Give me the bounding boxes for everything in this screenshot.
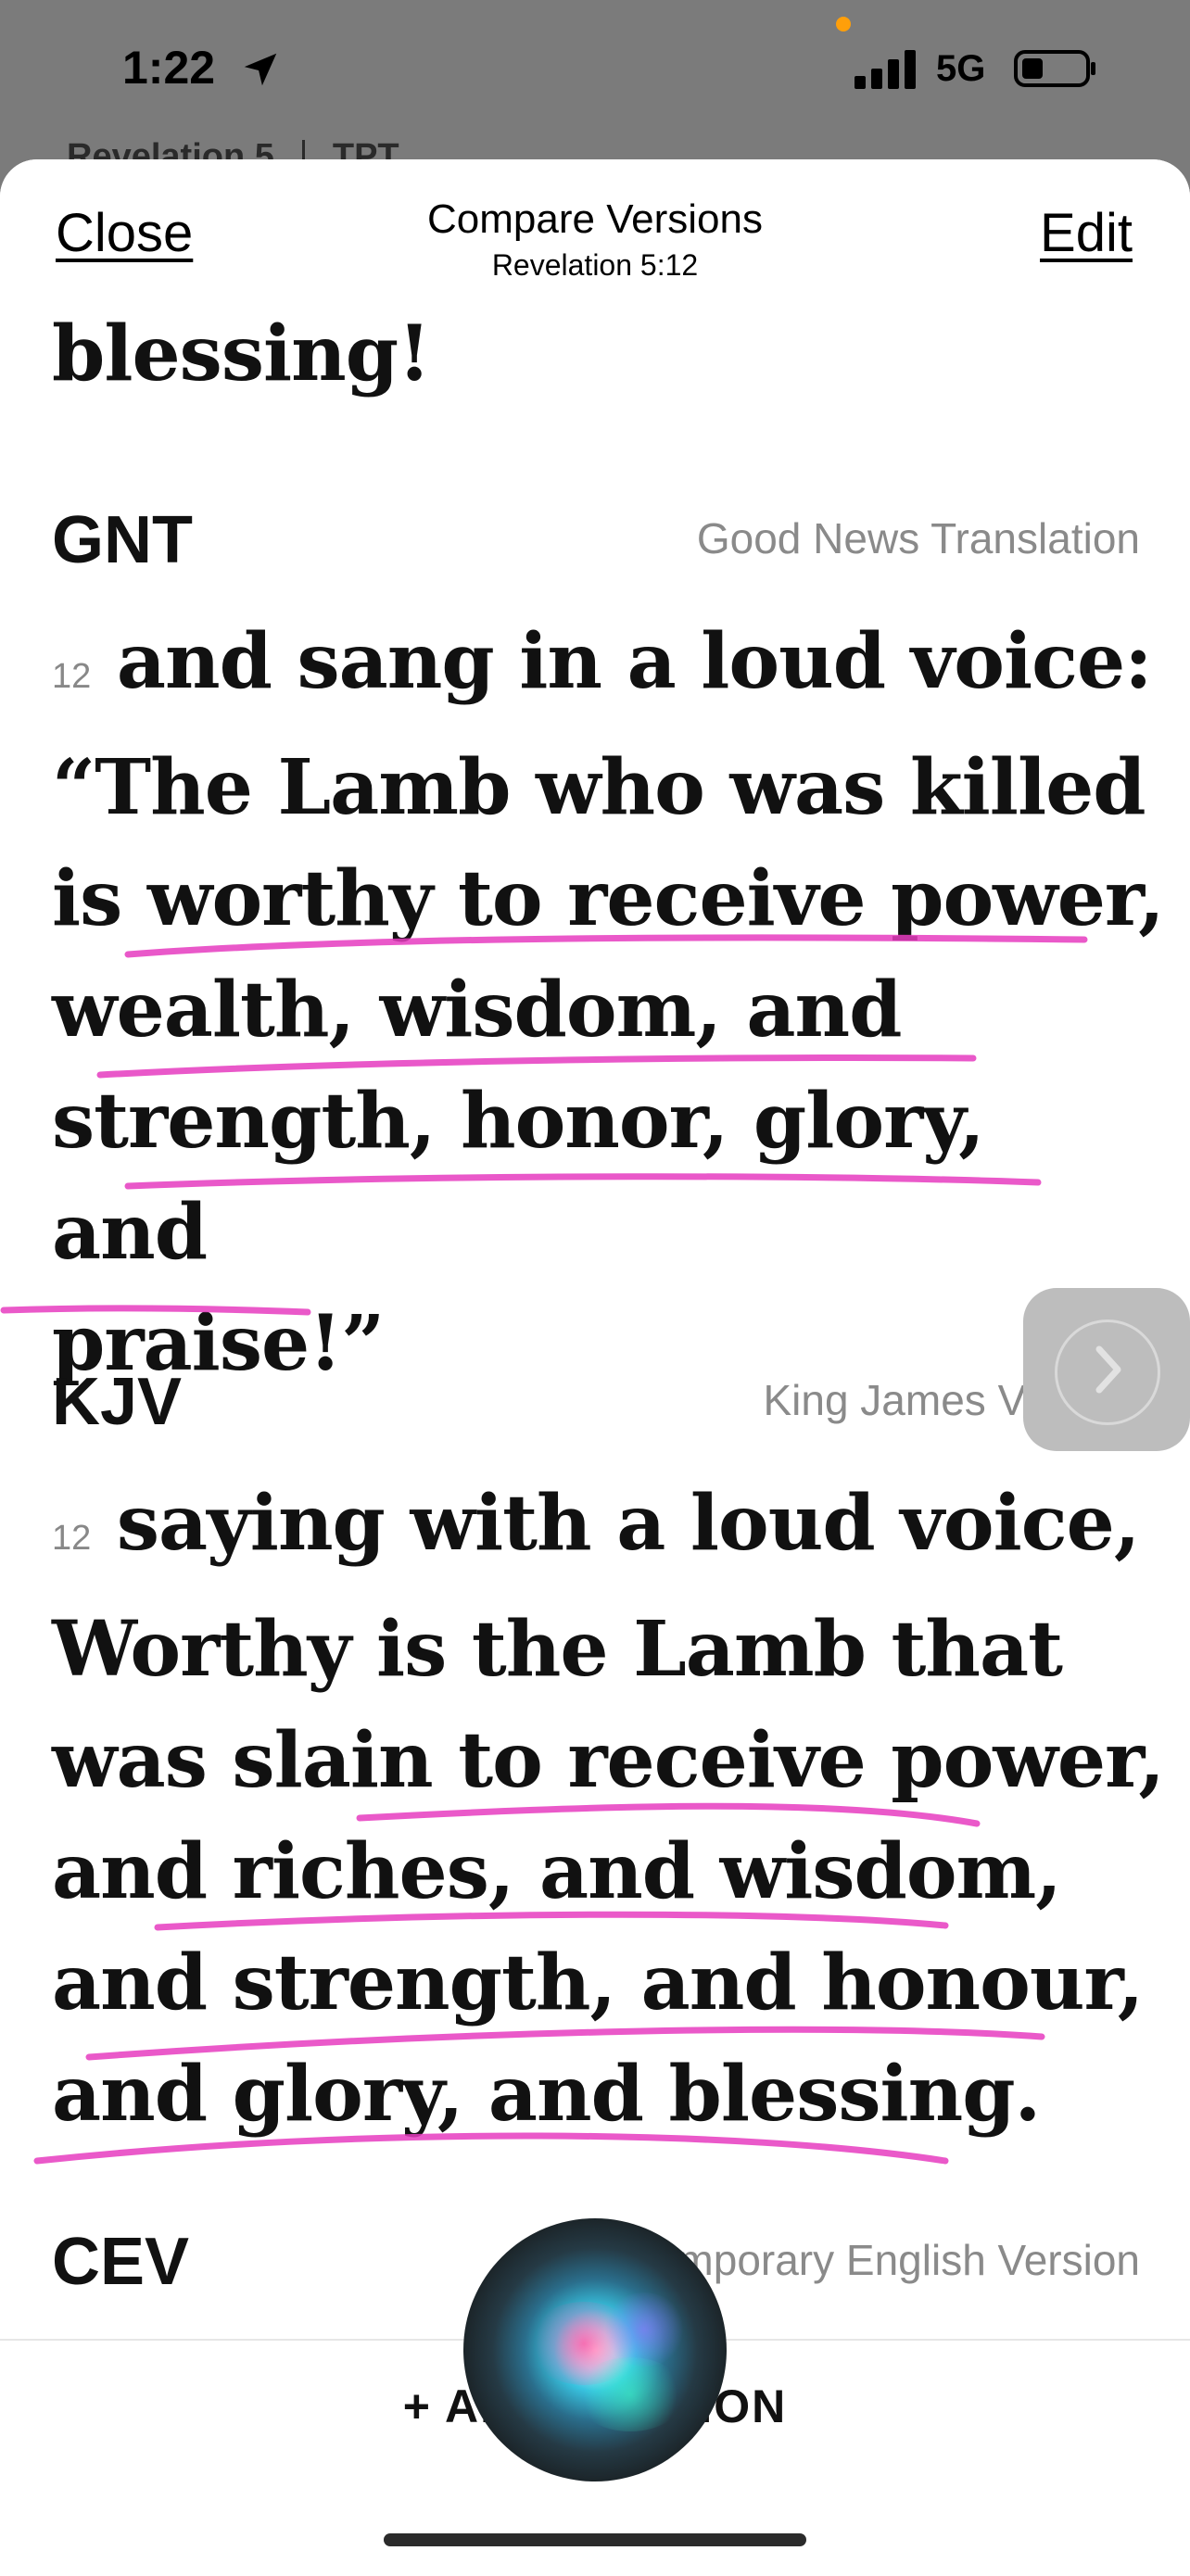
- version-name-gnt: Good News Translation: [696, 514, 1140, 562]
- verse-line: and glory, and blessing.: [52, 2050, 1041, 2139]
- version-abbr-gnt: GNT: [52, 503, 193, 577]
- next-page-button[interactable]: [1023, 1288, 1190, 1451]
- verse-line: 12 and sang in a loud voice:: [52, 617, 1152, 706]
- siri-glow: [575, 2357, 686, 2431]
- verse-number: 12: [52, 1519, 92, 1558]
- verse-line: and strength, and honour,: [52, 1938, 1144, 2027]
- network-type: 5G: [936, 48, 986, 89]
- verse-line: Worthy is the Lamb that: [52, 1605, 1063, 1694]
- verse-number: 12: [52, 657, 92, 696]
- verse-text-kjv[interactable]: 12 saying with a loud voice, Worthy is t…: [52, 1468, 1165, 2150]
- sheet-title: Compare Versions: [427, 196, 763, 242]
- verse-line: 12 saying with a loud voice,: [52, 1479, 1140, 1568]
- status-time: 1:22: [122, 42, 216, 94]
- sheet-header: Close Compare Versions Revelation 5:12 E…: [0, 159, 1190, 308]
- privacy-indicator-dot: [836, 17, 851, 32]
- siri-glow: [602, 2292, 686, 2367]
- version-abbr-kjv: KJV: [52, 1365, 183, 1439]
- status-bar: 1:22 5G Revelation 5 TPT: [0, 0, 1190, 177]
- verse-line: is worthy to receive power,: [52, 854, 1165, 943]
- sheet-subtitle: Revelation 5:12: [491, 248, 699, 282]
- verse-line: “The Lamb who was killed: [52, 743, 1146, 832]
- verse-line: wealth, wisdom, and: [52, 966, 903, 1054]
- verse-line: was slain to receive power,: [52, 1716, 1165, 1805]
- edit-button[interactable]: Edit: [1040, 202, 1133, 264]
- siri-orb-icon: [463, 2218, 727, 2481]
- previous-verse-tail: blessing!: [52, 309, 431, 398]
- location-arrow-icon: [244, 53, 277, 86]
- battery-icon: [1014, 50, 1095, 87]
- version-abbr-cev: CEV: [52, 2225, 190, 2299]
- verse-text-gnt[interactable]: 12 and sang in a loud voice: “The Lamb w…: [52, 606, 1165, 1399]
- cellular-signal-icon: [855, 50, 916, 89]
- verse-line: strength, honor, glory, and: [52, 1077, 985, 1277]
- chevron-right-icon: [1095, 1345, 1121, 1394]
- compare-versions-sheet: Close Compare Versions Revelation 5:12 E…: [0, 159, 1190, 2574]
- home-indicator[interactable]: [384, 2533, 806, 2546]
- verse-line: and riches, and wisdom,: [52, 1827, 1062, 1916]
